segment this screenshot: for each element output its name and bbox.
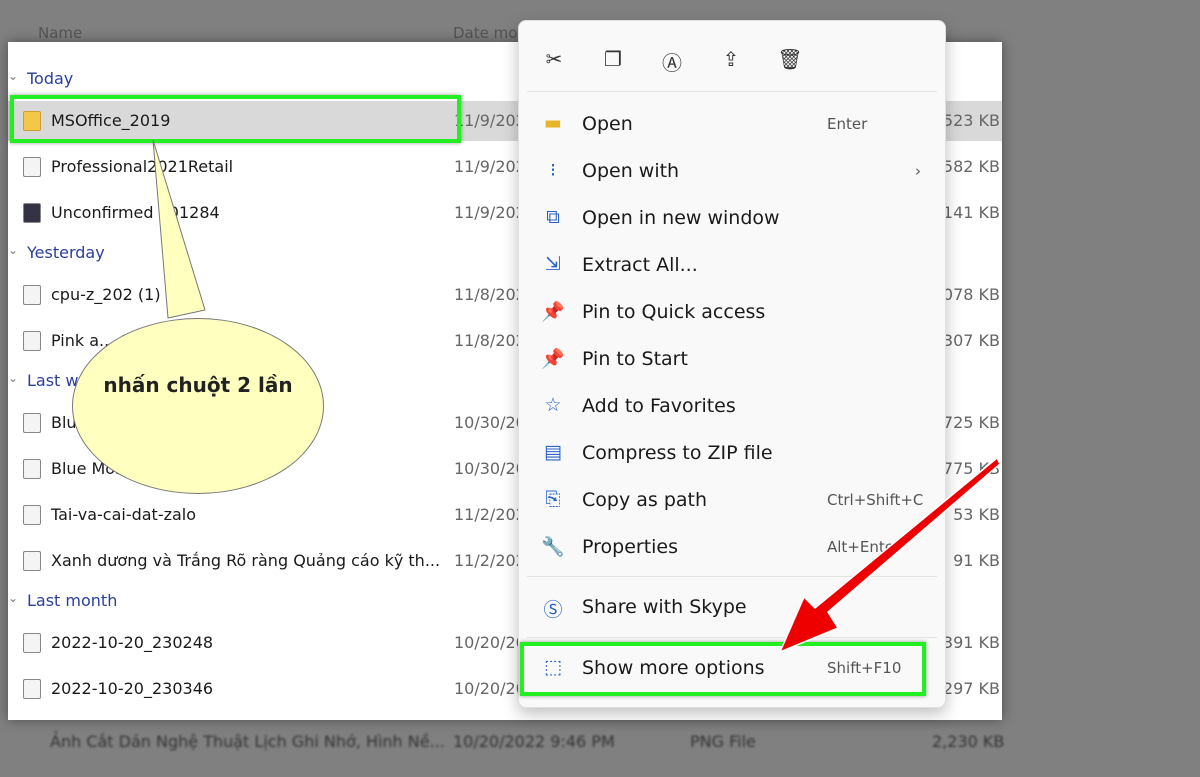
red-arrow-icon (778, 456, 1001, 654)
